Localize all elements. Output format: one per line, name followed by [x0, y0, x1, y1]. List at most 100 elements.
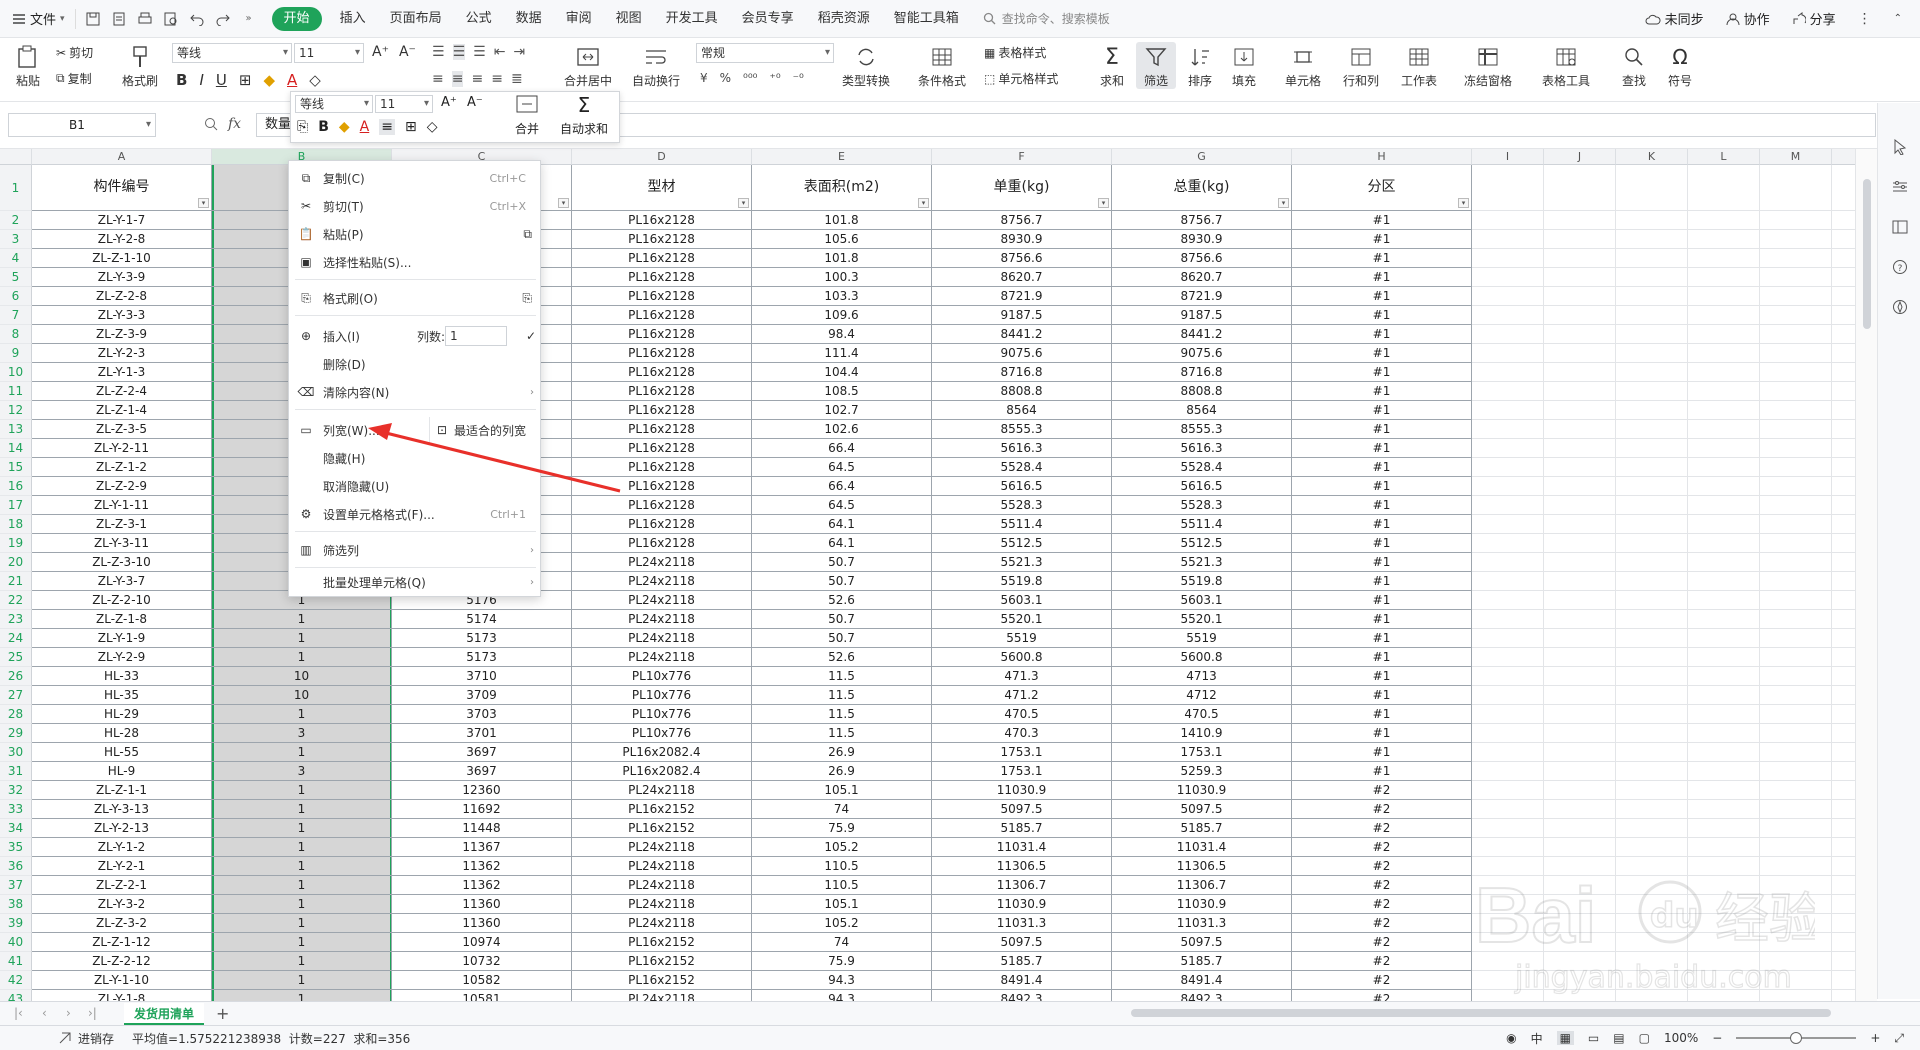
empty-cell[interactable]	[1616, 705, 1688, 724]
paste-options-icon[interactable]: ⧉	[523, 227, 532, 242]
table-cell[interactable]: 5185.7	[1112, 952, 1292, 971]
table-cell[interactable]: 94.3	[752, 990, 932, 1001]
table-cell[interactable]: 471.3	[932, 667, 1112, 686]
empty-cell[interactable]	[1832, 249, 1855, 268]
empty-cell[interactable]	[1472, 971, 1544, 990]
empty-cell[interactable]	[1688, 211, 1760, 230]
align-left-icon[interactable]: ≡	[432, 71, 444, 87]
empty-cell[interactable]	[1616, 553, 1688, 572]
table-cell[interactable]: 3	[212, 762, 392, 781]
table-cell[interactable]: HL-28	[32, 724, 212, 743]
empty-cell[interactable]	[1832, 743, 1855, 762]
table-cell[interactable]: ZL-Z-2-8	[32, 287, 212, 306]
empty-cell[interactable]	[1472, 572, 1544, 591]
table-cell[interactable]: 5185.7	[932, 952, 1112, 971]
empty-cell[interactable]	[1472, 401, 1544, 420]
table-cell[interactable]: 10974	[392, 933, 572, 952]
table-cell[interactable]: 64.5	[752, 458, 932, 477]
table-cell[interactable]: ZL-Y-3-3	[32, 306, 212, 325]
table-cell[interactable]: #1	[1292, 325, 1472, 344]
empty-cell[interactable]	[1616, 952, 1688, 971]
compass-icon[interactable]	[1878, 287, 1920, 327]
empty-cell[interactable]	[1616, 933, 1688, 952]
empty-cell[interactable]	[1472, 781, 1544, 800]
table-cell[interactable]: 1	[212, 743, 392, 762]
table-cell[interactable]: 5097.5	[932, 933, 1112, 952]
find-button[interactable]: 查找	[1614, 42, 1654, 89]
table-cell[interactable]: PL16x2128	[572, 496, 752, 515]
table-cell[interactable]: 11692	[392, 800, 572, 819]
empty-cell[interactable]	[1688, 914, 1760, 933]
mini-border-icon[interactable]: ⊞	[405, 119, 417, 135]
table-cell[interactable]: 5528.4	[932, 458, 1112, 477]
row-header[interactable]: 11	[0, 382, 32, 401]
empty-cell[interactable]	[1760, 762, 1832, 781]
normal-view-icon[interactable]: ▦	[1556, 1031, 1574, 1045]
empty-cell[interactable]	[1472, 819, 1544, 838]
table-cell[interactable]: 9075.6	[1112, 344, 1292, 363]
mini-font-name[interactable]: 等线	[295, 95, 373, 113]
table-cell[interactable]: 11448	[392, 819, 572, 838]
empty-cell[interactable]	[1616, 363, 1688, 382]
empty-cell[interactable]	[1832, 591, 1855, 610]
table-cell[interactable]: #1	[1292, 515, 1472, 534]
table-cell[interactable]: #1	[1292, 610, 1472, 629]
table-cell[interactable]: PL16x2128	[572, 401, 752, 420]
table-cell[interactable]: ZL-Z-1-8	[32, 610, 212, 629]
copy-button[interactable]: ⧉ 复制	[56, 70, 92, 87]
zoom-level[interactable]: 100%	[1664, 1031, 1698, 1045]
table-cell[interactable]: #1	[1292, 553, 1472, 572]
empty-cell[interactable]	[1760, 781, 1832, 800]
italic-icon[interactable]: I	[199, 71, 203, 89]
empty-cell[interactable]	[1544, 724, 1616, 743]
table-cell[interactable]: ZL-Z-1-12	[32, 933, 212, 952]
empty-cell[interactable]	[1760, 249, 1832, 268]
table-cell[interactable]: 11031.3	[1112, 914, 1292, 933]
table-cell[interactable]: #2	[1292, 819, 1472, 838]
table-cell[interactable]: 8555.3	[1112, 420, 1292, 439]
mini-bold-icon[interactable]: B	[318, 119, 329, 135]
empty-cell[interactable]	[1544, 344, 1616, 363]
table-cell[interactable]: 5603.1	[932, 591, 1112, 610]
tab-review[interactable]: 审阅	[554, 0, 604, 38]
empty-cell[interactable]	[1544, 268, 1616, 287]
redo-icon[interactable]	[214, 10, 232, 28]
empty-cell[interactable]	[1544, 743, 1616, 762]
table-cell[interactable]: 1	[212, 648, 392, 667]
table-cell[interactable]: 10582	[392, 971, 572, 990]
empty-cell[interactable]	[1688, 439, 1760, 458]
empty-cell[interactable]	[1472, 724, 1544, 743]
bold-icon[interactable]: B	[176, 71, 187, 89]
tab-developer[interactable]: 开发工具	[654, 0, 730, 38]
empty-cell[interactable]	[1544, 420, 1616, 439]
table-cell[interactable]: 3697	[392, 743, 572, 762]
empty-cell[interactable]	[1760, 363, 1832, 382]
empty-cell[interactable]	[1472, 990, 1544, 1001]
empty-cell[interactable]	[1760, 648, 1832, 667]
table-cell[interactable]: 5173	[392, 629, 572, 648]
empty-cell[interactable]	[1544, 211, 1616, 230]
table-cell[interactable]: 5519.8	[1112, 572, 1292, 591]
clear-format-icon[interactable]: ◇	[309, 71, 321, 89]
empty-cell[interactable]	[1472, 686, 1544, 705]
table-cell[interactable]: 9187.5	[1112, 306, 1292, 325]
empty-cell[interactable]	[1472, 211, 1544, 230]
empty-cell[interactable]	[1544, 952, 1616, 971]
empty-cell[interactable]	[1472, 515, 1544, 534]
empty-cell[interactable]	[1760, 724, 1832, 743]
empty-cell[interactable]	[1760, 325, 1832, 344]
zoom-formula-icon[interactable]	[204, 117, 218, 131]
empty-cell[interactable]	[1760, 591, 1832, 610]
menu-item-batch-process[interactable]: 批量处理单元格(Q) ›	[289, 569, 542, 595]
empty-cell[interactable]	[1688, 952, 1760, 971]
table-cell[interactable]: 103.3	[752, 287, 932, 306]
menu-item-unhide[interactable]: 取消隐藏(U)	[289, 473, 542, 499]
empty-cell[interactable]	[1832, 914, 1855, 933]
table-cell[interactable]: 4713	[1112, 667, 1292, 686]
empty-cell[interactable]	[1832, 838, 1855, 857]
table-cell[interactable]: 5528.3	[932, 496, 1112, 515]
table-cell[interactable]: #1	[1292, 572, 1472, 591]
table-cell[interactable]: 105.2	[752, 914, 932, 933]
table-cell[interactable]: HL-55	[32, 743, 212, 762]
table-cell[interactable]: 105.1	[752, 781, 932, 800]
